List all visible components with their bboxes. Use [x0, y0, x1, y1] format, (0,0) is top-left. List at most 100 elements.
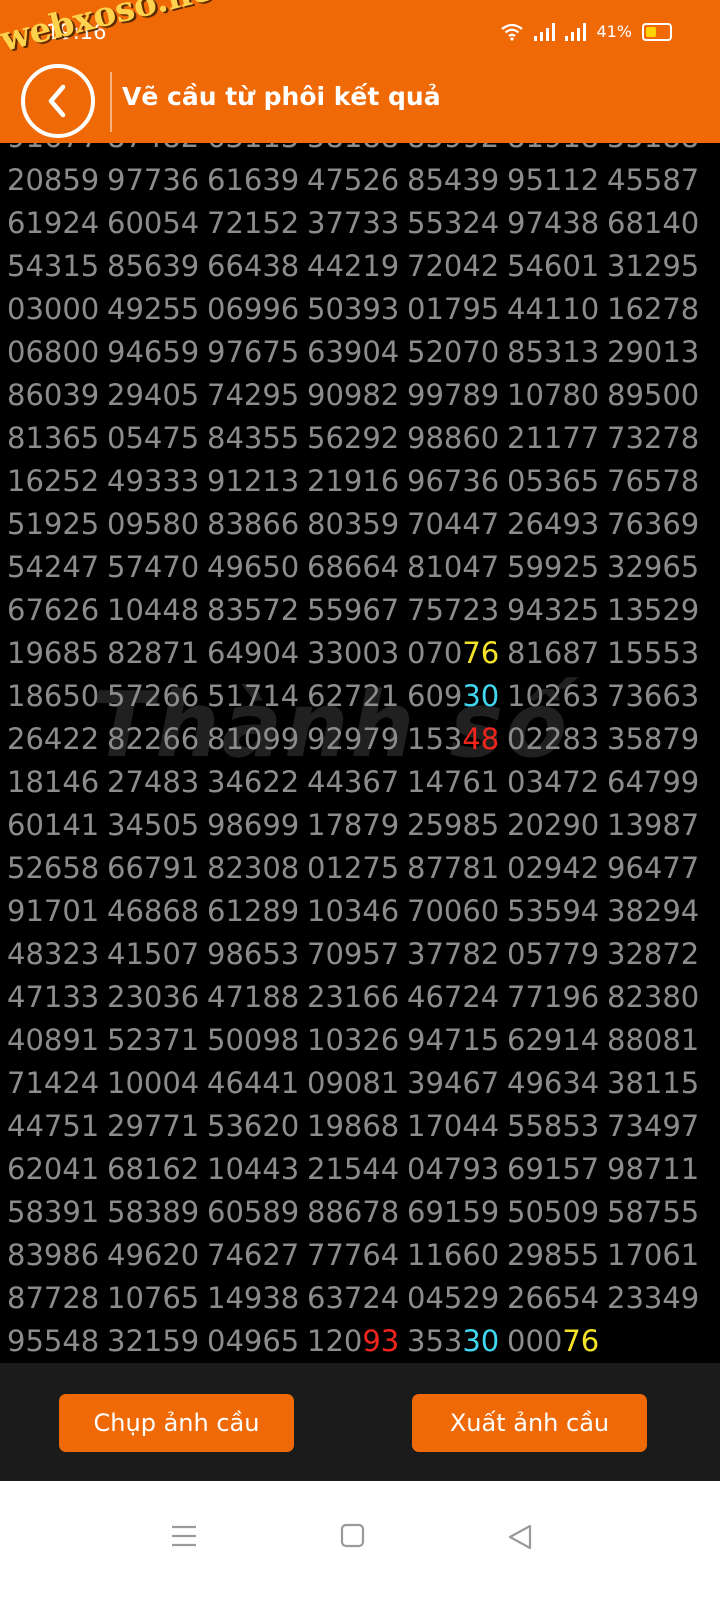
grid-cell: 73497 — [607, 1109, 700, 1143]
grid-cell: 64904 — [207, 636, 300, 670]
grid-cell: 44219 — [307, 249, 400, 283]
grid-cell: 70060 — [407, 894, 500, 928]
grid-cell: 45587 — [607, 163, 700, 197]
grid-cell: 10443 — [207, 1152, 300, 1186]
grid-cell: 26422 — [7, 722, 100, 756]
grid-cell: 69159 — [407, 1195, 500, 1229]
grid-cell: 77196 — [507, 980, 600, 1014]
grid-cell: 97736 — [107, 163, 200, 197]
wifi-icon — [501, 23, 524, 41]
grid-cell: 52658 — [7, 851, 100, 885]
grid-cell: 66791 — [107, 851, 200, 885]
back-triangle-icon[interactable] — [506, 1523, 534, 1551]
signal-icon-2 — [565, 22, 587, 41]
capture-button[interactable]: Chụp ảnh cầu — [59, 1394, 294, 1452]
action-bar: Chụp ảnh cầu Xuất ảnh cầu — [0, 1363, 720, 1481]
grid-cell: 04965 — [207, 1324, 300, 1358]
grid-row: 87728 10765 14938 63724 04529 26654 23349 — [7, 1277, 707, 1320]
grid-cell: 81047 — [407, 550, 500, 584]
grid-cell: 62041 — [7, 1152, 100, 1186]
grid-cell: 68140 — [607, 206, 700, 240]
grid-row: 67626 10448 83572 55967 75723 94325 13529 — [7, 589, 707, 632]
chevron-left-icon — [48, 84, 66, 118]
grid-cell: 83986 — [7, 1238, 100, 1272]
grid-cell: 35330 — [407, 1324, 500, 1358]
grid-cell: 99789 — [407, 378, 500, 412]
grid-cell: 26654 — [507, 1281, 600, 1315]
grid-row: 86039 29405 74295 90982 99789 10780 89500 — [7, 374, 707, 417]
menu-icon[interactable] — [170, 1523, 198, 1549]
grid-cell: 83572 — [207, 593, 300, 627]
grid-cell: 97438 — [507, 206, 600, 240]
grid-cell: 52371 — [107, 1023, 200, 1057]
grid-cell: 06996 — [207, 292, 300, 326]
grid-cell: 23166 — [307, 980, 400, 1014]
grid-cell: 81687 — [507, 636, 600, 670]
grid-cell: 52070 — [407, 335, 500, 369]
grid-cell: 10004 — [107, 1066, 200, 1100]
signal-icon — [534, 22, 556, 41]
grid-cell: 63904 — [307, 335, 400, 369]
grid-cell: 01795 — [407, 292, 500, 326]
grid-cell: 91701 — [7, 894, 100, 928]
grid-cell: 69157 — [507, 1152, 600, 1186]
grid-cell: 81365 — [7, 421, 100, 455]
grid-cell: 20859 — [7, 163, 100, 197]
grid-cell: 95112 — [507, 163, 600, 197]
grid-cell: 62914 — [507, 1023, 600, 1057]
highlighted-digits: 93 — [362, 1324, 400, 1358]
home-square-icon[interactable] — [340, 1523, 366, 1549]
grid-cell: 13529 — [607, 593, 700, 627]
grid-cell: 70447 — [407, 507, 500, 541]
grid-cell: 10326 — [307, 1023, 400, 1057]
grid-cell: 98860 — [407, 421, 500, 455]
grid-cell: 60930 — [407, 679, 500, 713]
grid-cell: 88081 — [607, 1023, 700, 1057]
grid-cell: 98699 — [207, 808, 300, 842]
grid-cell: 50098 — [207, 1023, 300, 1057]
grid-row: 16252 49333 91213 21916 96736 05365 76578 — [7, 460, 707, 503]
grid-cell: 12093 — [307, 1324, 400, 1358]
grid-cell: 83866 — [207, 507, 300, 541]
grid-cell: 49255 — [107, 292, 200, 326]
grid-cell: 04793 — [407, 1152, 500, 1186]
number-grid[interactable]: Thành số 9167787482631135818885992819185… — [0, 143, 720, 1363]
grid-cell: 07076 — [407, 636, 500, 670]
grid-cell: 88678 — [307, 1195, 400, 1229]
grid-cell: 32159 — [107, 1324, 200, 1358]
grid-cell: 01275 — [307, 851, 400, 885]
grid-cell: 23349 — [607, 1281, 700, 1315]
grid-cell: 46868 — [107, 894, 200, 928]
grid-cell: 55853 — [507, 1109, 600, 1143]
grid-cell: 29013 — [607, 335, 700, 369]
grid-cell: 20290 — [507, 808, 600, 842]
grid-cell: 70957 — [307, 937, 400, 971]
grid-row: 83986 49620 74627 77764 11660 29855 17061 — [7, 1234, 707, 1277]
grid-cell: 46441 — [207, 1066, 300, 1100]
grid-cell: 32965 — [607, 550, 700, 584]
back-button[interactable] — [21, 64, 95, 138]
grid-cell: 34505 — [107, 808, 200, 842]
grid-cell: 03472 — [507, 765, 600, 799]
grid-cell: 87482 — [107, 143, 207, 159]
grid-cell: 82380 — [607, 980, 700, 1014]
grid-cell: 64799 — [607, 765, 700, 799]
grid-row: 91677874826311358188859928191855188 — [7, 143, 707, 159]
grid-cell: 60054 — [107, 206, 200, 240]
grid-cell: 98711 — [607, 1152, 700, 1186]
grid-cell: 94659 — [107, 335, 200, 369]
grid-cell: 50393 — [307, 292, 400, 326]
grid-cell: 44110 — [507, 292, 600, 326]
grid-cell: 63113 — [207, 143, 307, 159]
grid-cell: 47188 — [207, 980, 300, 1014]
grid-row: 40891 52371 50098 10326 94715 62914 88081 — [7, 1019, 707, 1062]
export-button[interactable]: Xuất ảnh cầu — [412, 1394, 647, 1452]
grid-cell: 58188 — [307, 143, 407, 159]
grid-cell: 05365 — [507, 464, 600, 498]
grid-cell: 77764 — [307, 1238, 400, 1272]
grid-cell: 54601 — [507, 249, 600, 283]
grid-cell: 53594 — [507, 894, 600, 928]
status-icons: 41% — [500, 22, 672, 41]
grid-cell: 27483 — [107, 765, 200, 799]
grid-cell: 10346 — [307, 894, 400, 928]
